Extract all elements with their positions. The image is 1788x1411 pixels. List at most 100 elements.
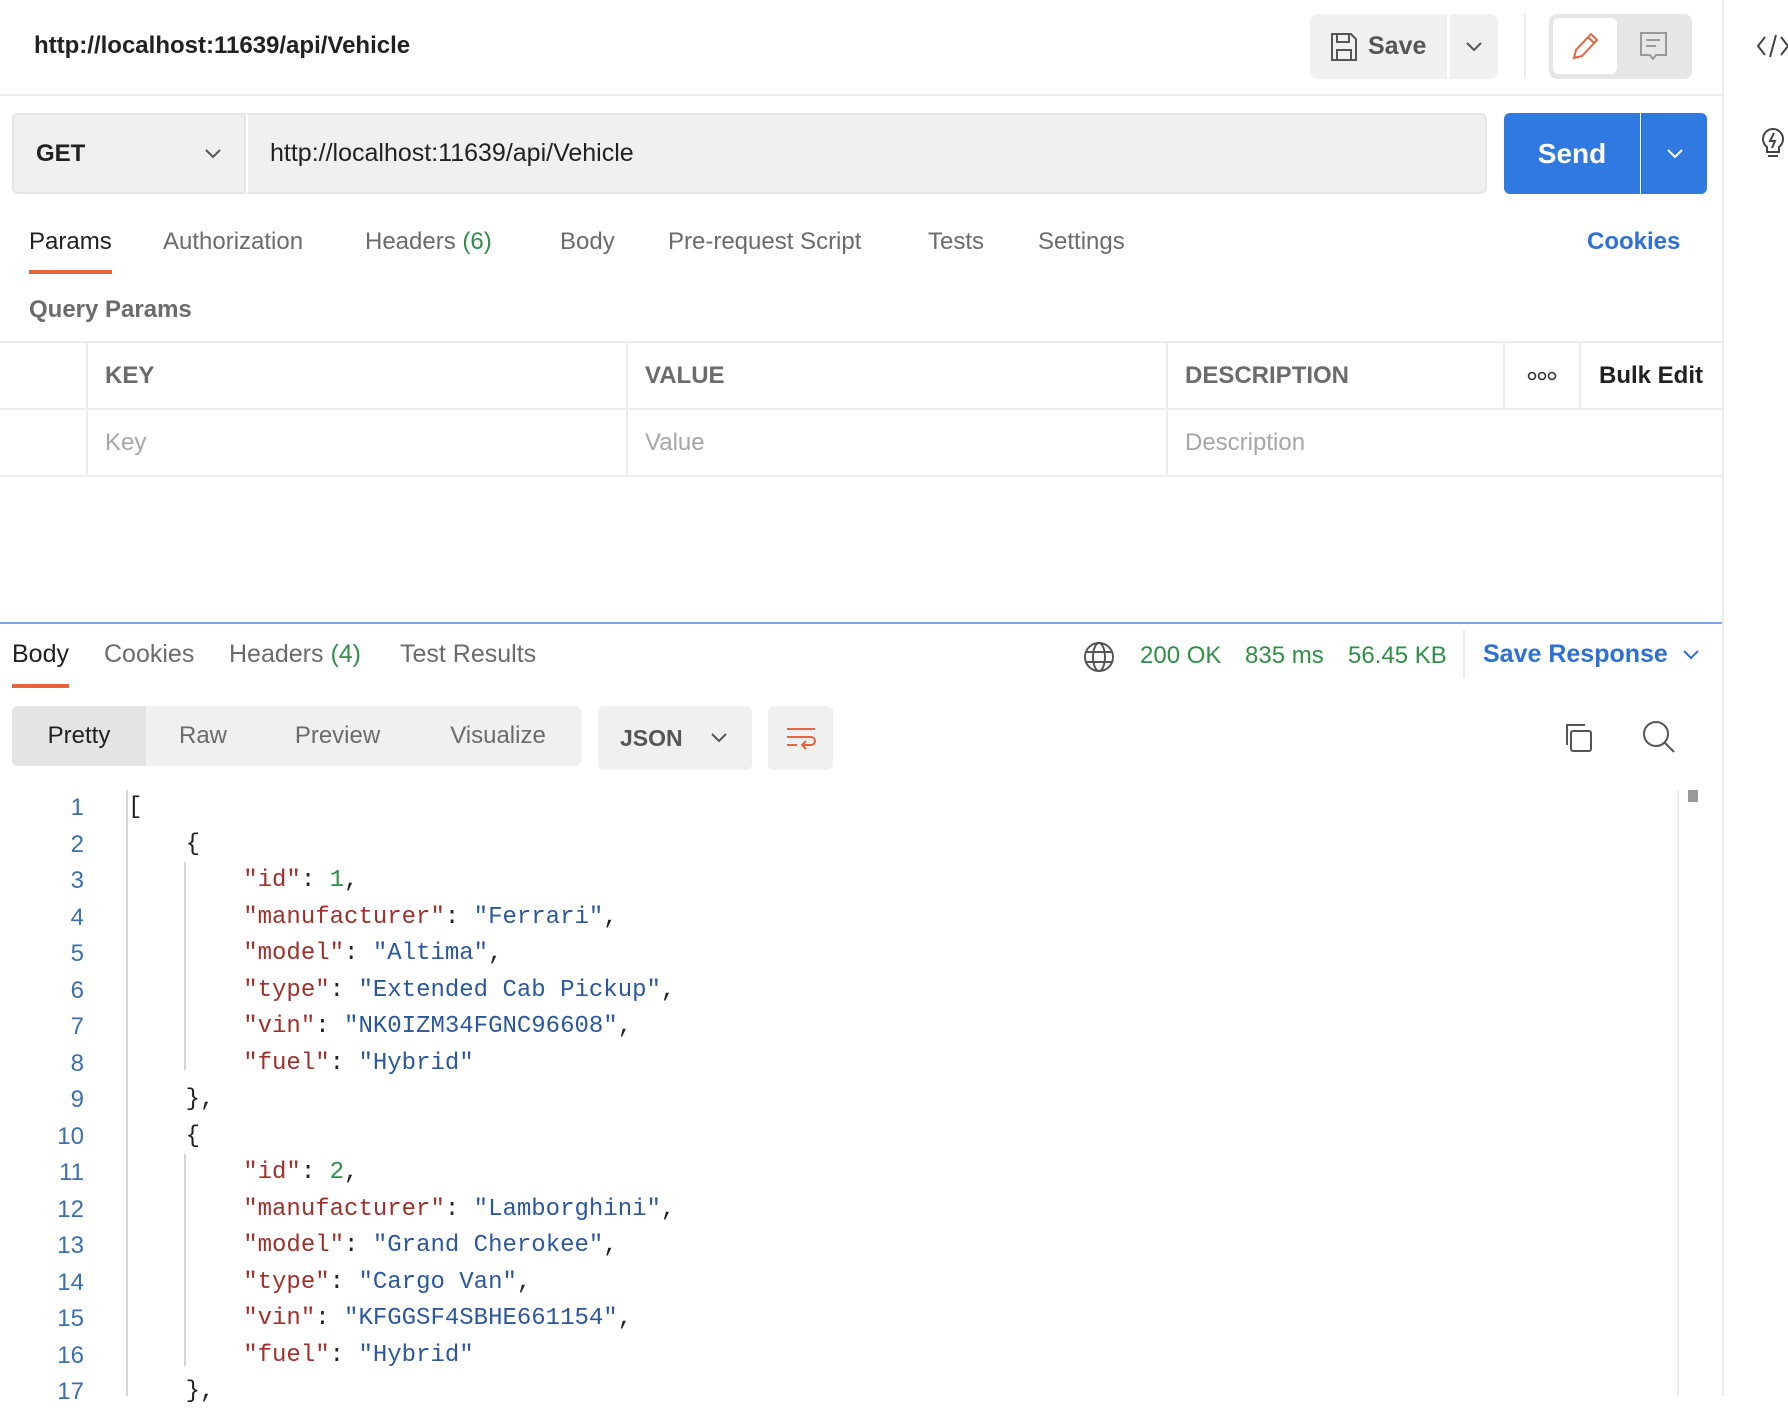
format-select[interactable]: JSON [598,706,752,770]
code-text: }, [128,1082,215,1119]
code-line: 7 "vin": "NK0IZM34FGNC96608", [0,1009,1680,1046]
save-response-button[interactable]: Save Response [1483,640,1700,669]
code-token: : [315,1013,345,1040]
edit-mode-button[interactable] [1553,18,1617,74]
response-headers-label: Headers [229,640,324,668]
tab-params[interactable]: Params [29,228,112,274]
response-size[interactable]: 56.45 KB [1348,642,1447,670]
url-input[interactable]: http://localhost:11639/api/Vehicle [246,113,1487,194]
code-text: "type": "Extended Cab Pickup", [128,973,675,1010]
pencil-icon [1572,32,1599,60]
line-number: 14 [57,1268,84,1296]
code-line: 2 { [0,827,1680,864]
code-token: }, [128,1086,215,1113]
wrap-lines-button[interactable] [768,706,833,770]
tab-body[interactable]: Body [560,228,615,274]
code-token: "type" [243,1268,330,1296]
copy-icon[interactable] [1562,722,1594,754]
save-button[interactable]: Save [1310,14,1447,79]
code-token: "manufacturer" [243,903,445,931]
code-text: }, [128,1374,215,1411]
key-input[interactable]: Key [86,410,626,475]
code-token: , [603,903,618,931]
chevron-down-icon [711,733,727,743]
method-select[interactable]: GET [12,113,246,194]
bulk-edit-button[interactable]: Bulk Edit [1579,343,1722,408]
code-token: 1 [329,867,345,894]
response-tab-headers[interactable]: Headers (4) [229,640,361,688]
key-column-header: KEY [86,343,626,408]
response-time[interactable]: 835 ms [1245,642,1324,670]
code-text: "manufacturer": "Ferrari", [128,900,618,937]
code-line: 13 "model": "Grand Cherokee", [0,1228,1680,1265]
code-icon[interactable] [1756,34,1788,58]
view-preview[interactable]: Preview [260,706,415,766]
wrap-icon [786,728,816,750]
comments-mode-button[interactable] [1620,18,1688,74]
chevron-down-icon [1466,41,1482,51]
view-visualize[interactable]: Visualize [415,706,581,766]
response-tab-cookies[interactable]: Cookies [104,640,194,688]
response-tab-test-results[interactable]: Test Results [400,640,536,688]
more-options-icon[interactable] [1503,343,1579,408]
code-line: 3 "id": 1, [0,863,1680,900]
code-token: "KFGGSF4SBHE661154" [344,1305,618,1332]
query-params-title: Query Params [29,296,192,323]
code-token: , [488,940,503,967]
description-input[interactable]: Description [1166,410,1722,475]
code-text: "fuel": "Hybrid" [128,1046,474,1083]
divider [1463,630,1465,678]
request-title[interactable]: http://localhost:11639/api/Vehicle [34,32,410,60]
tab-headers[interactable]: Headers (6) [365,228,492,274]
code-token: "Extended Cab Pickup" [358,976,661,1004]
response-tab-body[interactable]: Body [12,640,69,688]
view-raw[interactable]: Raw [146,706,260,766]
scrollbar-track[interactable] [1677,790,1679,1396]
response-pane-divider[interactable] [0,622,1722,624]
table-row: Key Value Description [0,410,1722,477]
tab-authorization[interactable]: Authorization [163,228,303,274]
code-token: "NK0IZM34FGNC96608" [344,1013,618,1040]
chevron-down-icon [1666,148,1683,158]
line-number: 17 [57,1378,84,1405]
code-token: : [300,867,330,894]
lightbulb-icon[interactable] [1756,124,1788,160]
scrollbar-thumb[interactable] [1688,790,1698,802]
code-token: [ [128,794,143,821]
send-dropdown-button[interactable] [1641,113,1707,194]
code-token: { [128,830,201,858]
status-code[interactable]: 200 OK [1140,642,1221,670]
response-body-editor[interactable]: 1[2 {3 "id": 1, 4 "manufacturer": "Ferrar… [0,790,1680,1411]
code-token: "Lamborghini" [473,1195,661,1223]
save-dropdown-button[interactable] [1450,14,1498,79]
tab-settings[interactable]: Settings [1038,228,1125,274]
code-line: 8 "fuel": "Hybrid" [0,1046,1680,1083]
code-token: "manufacturer" [243,1195,445,1223]
value-input[interactable]: Value [626,410,1166,475]
code-token: : [329,1341,359,1369]
code-token: "Ferrari" [473,903,604,931]
tab-tests[interactable]: Tests [928,228,984,274]
line-number: 7 [70,1013,84,1040]
code-token: "id" [243,1159,301,1186]
globe-icon[interactable] [1083,641,1115,673]
search-icon[interactable] [1642,720,1676,754]
response-headers-count: (4) [330,640,362,668]
code-token: { [128,1122,201,1150]
send-button[interactable]: Send [1504,113,1640,194]
cookies-link[interactable]: Cookies [1587,228,1680,256]
code-token: }, [128,1378,215,1405]
code-token: "Hybrid" [358,1049,474,1077]
table-header-row: KEY VALUE DESCRIPTION Bulk Edit [0,343,1722,410]
code-line: 12 "manufacturer": "Lamborghini", [0,1192,1680,1229]
code-text: [ [128,790,142,827]
line-number: 5 [70,940,84,967]
code-token: : [300,1159,330,1186]
view-pretty[interactable]: Pretty [12,706,146,766]
tab-pre-request-script[interactable]: Pre-request Script [668,228,861,274]
